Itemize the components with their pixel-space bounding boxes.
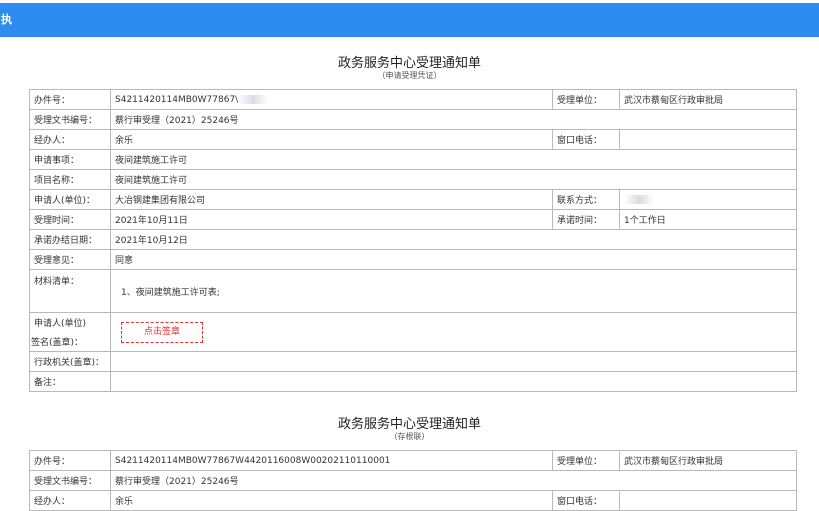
- form1-row-materials: 材料清单： 1、夜间建筑施工许可表;: [29, 269, 797, 313]
- value-applicant: 大冶钢建集团有限公司: [110, 189, 553, 210]
- label-handler: 经办人：: [29, 129, 111, 150]
- form1-row-agency-seal: 行政机关(盖章)：: [29, 351, 797, 372]
- label-applicant: 申请人(单位)：: [29, 189, 111, 210]
- form1-row-case-no: 办件号： S4211420114MB0W77867\ 受理单位： 武汉市蔡甸区行…: [29, 89, 797, 110]
- label-window-phone: 窗口电话：: [552, 129, 620, 150]
- label-project: 项目名称：: [29, 169, 111, 190]
- label-accept-time: 受理时间：: [29, 209, 111, 230]
- sign-label-line2: 签名(盖章)：: [31, 338, 84, 348]
- form2-row-doc-no: 受理文书编号： 蔡行审受理（2021）25246号: [29, 470, 797, 491]
- form1-row-sign: 申请人(单位) 签名(盖章)： 点击签章: [29, 312, 797, 352]
- form1-row-handler: 经办人： 余乐 窗口电话：: [29, 129, 797, 150]
- form1-row-opinion: 受理意见： 同意: [29, 249, 797, 270]
- form1-row-applicant: 申请人(单位)： 大冶钢建集团有限公司 联系方式：: [29, 189, 797, 210]
- form2-value-doc-no: 蔡行审受理（2021）25246号: [110, 470, 797, 491]
- material-item: 1、夜间建筑施工许可表;: [121, 287, 220, 298]
- value-contact: [619, 189, 797, 210]
- value-due-date: 2021年10月12日: [110, 229, 797, 250]
- form2-table: 办件号： S4211420114MB0W77867W4420116008W002…: [29, 450, 797, 511]
- form1-row-remark: 备注：: [29, 371, 797, 392]
- form1-row-due-date: 承诺办结日期： 2021年10月12日: [29, 229, 797, 250]
- form2-label-case-no: 办件号：: [29, 450, 111, 471]
- value-handler: 余乐: [110, 129, 553, 150]
- form2-label-doc-no: 受理文书编号：: [29, 470, 111, 491]
- form2-title: 政务服务中心受理通知单: [337, 417, 481, 432]
- redacted-mark: [624, 194, 654, 204]
- form1-row-project: 项目名称： 夜间建筑施工许可: [29, 169, 797, 190]
- value-window-phone: [619, 129, 797, 150]
- form2-value-accept-unit: 武汉市蔡甸区行政审批局: [619, 450, 797, 471]
- form2-subtitle: （存根联）: [389, 432, 430, 441]
- form1-subtitle: （申请受理凭证）: [377, 71, 442, 80]
- label-agency-seal: 行政机关(盖章)：: [29, 351, 111, 372]
- value-opinion: 同意: [110, 249, 797, 270]
- form1-row-matter: 申请事项： 夜间建筑施工许可: [29, 149, 797, 170]
- value-project: 夜间建筑施工许可: [110, 169, 797, 190]
- label-doc-no: 受理文书编号：: [29, 109, 111, 130]
- label-opinion: 受理意见：: [29, 249, 111, 270]
- sign-label-line1: 申请人(单位): [34, 319, 87, 329]
- header-title: 执: [1, 13, 12, 26]
- value-matter: 夜间建筑施工许可: [110, 149, 797, 170]
- form1-title: 政务服务中心受理通知单: [337, 56, 481, 71]
- sign-seal-button[interactable]: 点击签章: [121, 322, 203, 343]
- value-agency-seal: [110, 351, 797, 372]
- redacted-mark: [238, 94, 269, 104]
- label-accept-unit: 受理单位：: [552, 89, 620, 110]
- value-sign: 点击签章: [110, 312, 797, 352]
- label-matter: 申请事项：: [29, 149, 111, 170]
- value-accept-unit: 武汉市蔡甸区行政审批局: [619, 89, 797, 110]
- form2-row-case-no: 办件号： S4211420114MB0W77867W4420116008W002…: [29, 450, 797, 471]
- label-promise-time: 承诺时间：: [552, 209, 620, 230]
- label-due-date: 承诺办结日期：: [29, 229, 111, 250]
- form1-row-doc-no: 受理文书编号： 蔡行审受理（2021）25246号: [29, 109, 797, 130]
- value-accept-time: 2021年10月11日: [110, 209, 553, 230]
- form2-label-accept-unit: 受理单位：: [552, 450, 620, 471]
- label-contact: 联系方式：: [552, 189, 620, 210]
- top-header-bar: 执: [0, 3, 819, 37]
- label-remark: 备注：: [29, 371, 111, 392]
- form2-value-case-no: S4211420114MB0W77867W4420116008W00202110…: [110, 450, 553, 471]
- form1-row-accept-time: 受理时间： 2021年10月11日 承诺时间： 1个工作日: [29, 209, 797, 230]
- value-materials: 1、夜间建筑施工许可表;: [110, 269, 797, 313]
- label-case-no: 办件号：: [29, 89, 111, 110]
- label-sign: 申请人(单位) 签名(盖章)：: [29, 312, 111, 352]
- value-promise-time: 1个工作日: [619, 209, 797, 230]
- value-doc-no: 蔡行审受理（2021）25246号: [110, 109, 797, 130]
- value-remark: [110, 371, 797, 392]
- form1-table: 办件号： S4211420114MB0W77867\ 受理单位： 武汉市蔡甸区行…: [29, 89, 797, 392]
- value-case-no: S4211420114MB0W77867\: [110, 89, 553, 110]
- label-materials: 材料清单：: [29, 269, 111, 313]
